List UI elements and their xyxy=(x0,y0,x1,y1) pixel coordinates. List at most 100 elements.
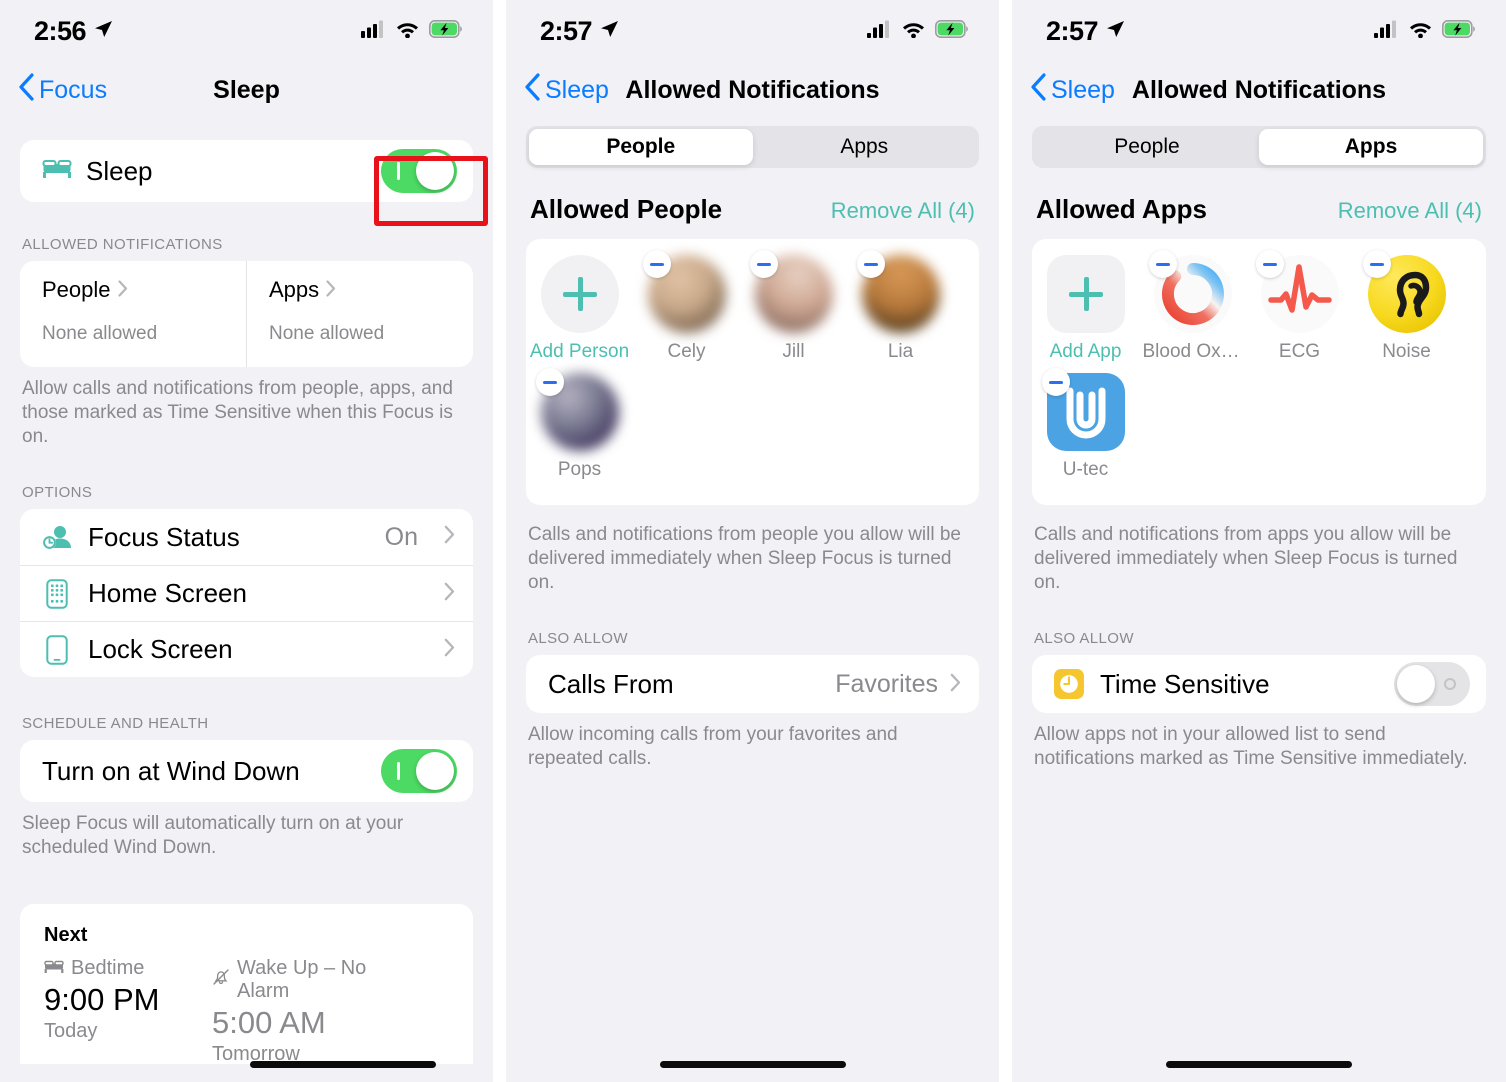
allowed-people-value: None allowed xyxy=(42,323,158,344)
add-person-art xyxy=(540,255,619,333)
toggle-knob xyxy=(1397,665,1435,704)
cellular-signal-icon xyxy=(361,20,386,43)
location-arrow-icon xyxy=(93,19,113,44)
remove-all-button[interactable]: Remove All (4) xyxy=(831,198,975,224)
time-sensitive-footnote: Allow apps not in your allowed list to s… xyxy=(1034,724,1468,769)
back-button-sleep[interactable]: Sleep xyxy=(1030,72,1115,108)
remove-app-badge[interactable] xyxy=(1041,368,1070,396)
allowed-people-header: Allowed People Remove All (4) xyxy=(506,168,999,239)
status-bar-right xyxy=(867,19,969,43)
minus-icon xyxy=(1155,262,1170,266)
chevron-right-icon xyxy=(117,277,128,303)
lock-screen-icon xyxy=(42,635,72,665)
remove-app-badge[interactable] xyxy=(1255,250,1284,278)
allowed-people-grid-card: Add Person Cely Jill Lia Pops xyxy=(526,239,979,505)
wind-down-row[interactable]: Turn on at Wind Down xyxy=(20,740,473,802)
minus-icon xyxy=(542,380,557,384)
sleep-focus-toggle[interactable] xyxy=(381,149,457,193)
option-row-focus-status[interactable]: Focus Status On xyxy=(20,509,473,565)
add-app-art xyxy=(1046,255,1125,333)
home-indicator[interactable] xyxy=(659,1061,846,1068)
wind-down-toggle[interactable] xyxy=(381,749,457,794)
home-indicator[interactable] xyxy=(250,1061,436,1068)
back-button-label: Sleep xyxy=(545,75,609,104)
tab-people[interactable]: People xyxy=(529,129,753,165)
remove-person-badge[interactable] xyxy=(749,250,778,278)
minus-icon xyxy=(1048,380,1063,384)
calls-from-row[interactable]: Calls From Favorites xyxy=(526,655,979,713)
next-bedtime-head: Bedtime xyxy=(44,957,212,980)
next-bedtime-column: Bedtime 9:00 PM Today xyxy=(44,957,212,1066)
remove-app-badge[interactable] xyxy=(1362,250,1391,278)
next-card-columns: Bedtime 9:00 PM Today Wake Up – No Alarm… xyxy=(44,957,449,1066)
add-app-item[interactable]: Add App xyxy=(1032,255,1139,363)
remove-person-badge[interactable] xyxy=(535,368,564,396)
next-schedule-card[interactable]: Next Bedtime 9:00 PM Today Wake Up – No … xyxy=(20,903,473,1066)
option-label: Home Screen xyxy=(88,578,247,609)
back-button-focus[interactable]: Focus xyxy=(18,72,107,108)
ecg-icon xyxy=(1260,255,1339,337)
list-item[interactable]: Pops xyxy=(526,368,633,481)
remove-person-badge[interactable] xyxy=(856,250,885,278)
list-item[interactable]: Noise xyxy=(1353,250,1460,363)
allowed-people-title-row: People xyxy=(42,277,246,303)
toggle-knob xyxy=(416,752,454,791)
time-sensitive-row[interactable]: Time Sensitive xyxy=(1032,655,1486,713)
add-person-item[interactable]: Add Person xyxy=(526,255,633,363)
time-sensitive-label: Time Sensitive xyxy=(1100,668,1270,699)
allowed-apps-cell[interactable]: Apps None allowed xyxy=(246,261,473,367)
time-sensitive-toggle[interactable] xyxy=(1394,662,1470,707)
screen-allowed-apps: 2:57 Sleep Allowed Notifications People … xyxy=(1012,0,1506,1082)
status-bar-right xyxy=(1374,19,1476,43)
people-grid-footnote: Calls and notifications from people you … xyxy=(528,524,962,593)
sleep-row-left: Sleep xyxy=(42,156,153,187)
list-item[interactable]: Blood Oxyg... xyxy=(1139,250,1246,363)
app-name: Blood Oxyg... xyxy=(1142,341,1243,362)
remove-person-badge[interactable] xyxy=(642,250,671,278)
screen-sleep-focus-settings: 2:56 Focus Sleep Sleep ALLOWED NOTIFICAT… xyxy=(0,0,493,1082)
schedule-health-header: SCHEDULE AND HEALTH xyxy=(22,715,209,733)
list-item[interactable]: ECG xyxy=(1246,250,1353,363)
home-indicator[interactable] xyxy=(1166,1061,1352,1068)
sleep-toggle-row[interactable]: Sleep xyxy=(20,140,473,202)
person-art xyxy=(856,250,940,333)
apps-grid-footnote: Calls and notifications from apps you al… xyxy=(1034,524,1458,593)
clock-icon xyxy=(1054,667,1084,701)
allowed-people-cell[interactable]: People None allowed xyxy=(20,261,246,367)
minus-icon xyxy=(649,262,664,266)
allowed-apps-value: None allowed xyxy=(269,323,385,344)
remove-all-button[interactable]: Remove All (4) xyxy=(1338,198,1482,224)
wifi-icon xyxy=(901,20,926,43)
person-art xyxy=(535,368,619,451)
cellular-signal-icon xyxy=(867,20,892,43)
tab-people[interactable]: People xyxy=(1035,129,1259,165)
person-art xyxy=(749,250,833,333)
back-button-sleep[interactable]: Sleep xyxy=(524,72,609,108)
home-screen-icon xyxy=(42,579,72,609)
options-header: OPTIONS xyxy=(22,484,93,502)
status-time: 2:57 xyxy=(1046,15,1099,46)
option-row-lock-screen[interactable]: Lock Screen xyxy=(20,621,473,677)
status-bar-left: 2:57 xyxy=(540,16,619,47)
list-item[interactable]: Jill xyxy=(740,250,847,363)
tab-apps[interactable]: Apps xyxy=(1259,129,1483,165)
list-item[interactable]: Cely xyxy=(633,250,740,363)
screen-allowed-people: 2:57 Sleep Allowed Notifications People … xyxy=(506,0,999,1082)
tab-apps[interactable]: Apps xyxy=(753,129,977,165)
allowed-notifications-header: ALLOWED NOTIFICATIONS xyxy=(22,236,223,253)
option-row-home-screen[interactable]: Home Screen xyxy=(20,565,473,621)
next-bedtime-day: Today xyxy=(44,1019,98,1042)
nav-bar: Sleep Allowed Notifications xyxy=(1012,62,1506,118)
list-item[interactable]: U-tec xyxy=(1032,368,1139,481)
also-allow-header: ALSO ALLOW xyxy=(528,630,628,648)
remove-app-badge[interactable] xyxy=(1148,250,1177,278)
status-time: 2:57 xyxy=(540,15,593,46)
list-item[interactable]: Lia xyxy=(847,250,954,363)
chevron-right-icon xyxy=(950,670,961,699)
status-bar-right xyxy=(361,19,463,43)
app-name: ECG xyxy=(1278,341,1321,362)
plus-icon xyxy=(562,277,597,311)
battery-charging-icon xyxy=(935,19,969,43)
chevron-left-icon xyxy=(524,73,541,108)
next-bedtime-time: 9:00 PM xyxy=(44,981,160,1017)
